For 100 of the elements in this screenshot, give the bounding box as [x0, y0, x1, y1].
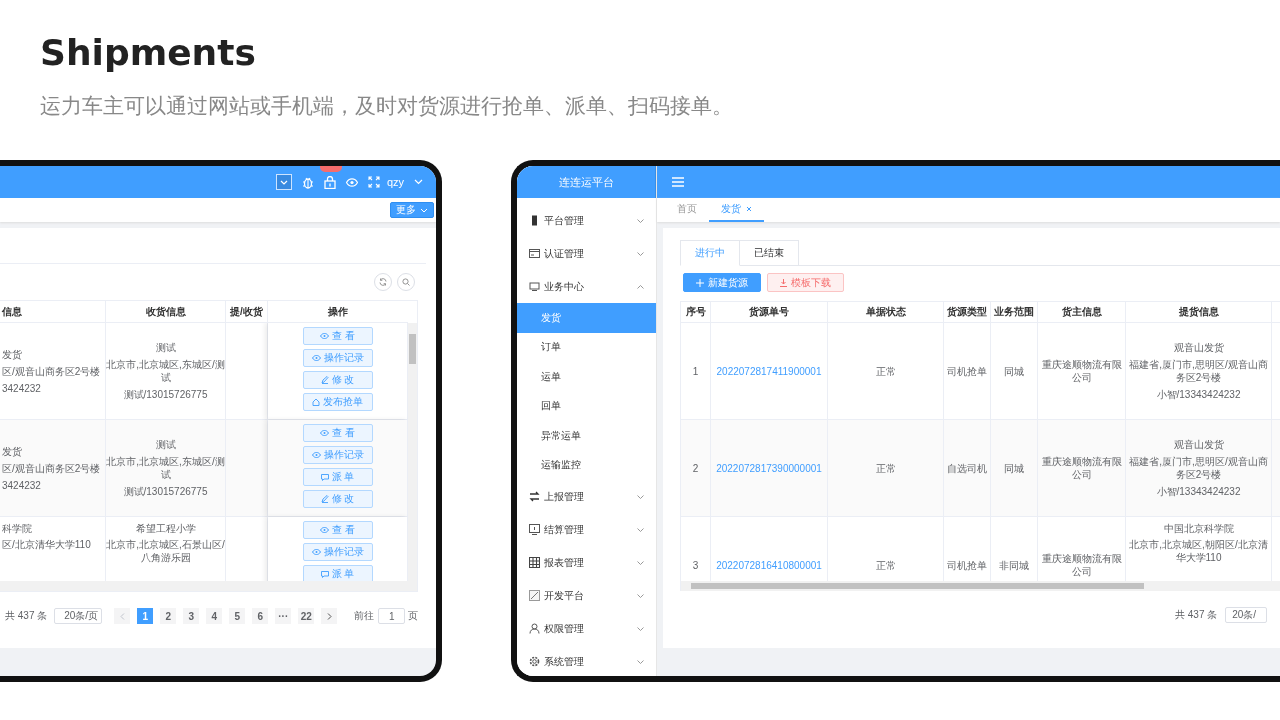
table-cell: 测试 北京市,北京城区,东城区/测试 测试/13015726775: [106, 420, 226, 516]
page-button[interactable]: 4: [206, 608, 223, 624]
page-button[interactable]: 3: [183, 608, 200, 624]
column-header: 收货信息: [106, 301, 226, 322]
goto-label: 前往: [354, 609, 375, 623]
table-cell: 1: [681, 323, 711, 419]
close-icon[interactable]: [746, 206, 752, 212]
table-cell: 正常: [828, 420, 944, 516]
page-button[interactable]: 5: [229, 608, 246, 624]
table-cell: 测试 北京市,北京城区,东城区/测试 测试/13015726775: [106, 323, 226, 419]
chevron-down-icon: [420, 207, 428, 213]
menu-item[interactable]: 业务中心: [517, 270, 656, 303]
submenu-item[interactable]: 运输监控: [517, 450, 656, 480]
menu-item[interactable]: 平台管理: [517, 204, 656, 237]
page-button[interactable]: 2: [160, 608, 177, 624]
page-unit: 页: [408, 609, 419, 623]
page-tab[interactable]: 发货: [709, 198, 764, 222]
eye-icon: [311, 355, 321, 361]
column-header: 提货信息: [1126, 302, 1272, 322]
column-header: 货源类型: [944, 302, 991, 322]
user-icon: [529, 623, 540, 634]
fullscreen-icon[interactable]: [367, 176, 380, 188]
table-cell: 发货 区/观音山商务区2号楼 3424232: [0, 323, 106, 419]
page-button[interactable]: 6: [252, 608, 269, 624]
chevron-right-icon: [326, 612, 332, 620]
table-cell: 发货 区/观音山商务区2号楼 3424232: [0, 420, 106, 516]
table-cell: 重庆途顺物流有限公司: [1038, 323, 1126, 419]
shipment-number-link[interactable]: 2022072817411900001: [711, 323, 828, 419]
menu-item[interactable]: 系统管理: [517, 645, 656, 676]
column-header: 业务范围: [991, 302, 1038, 322]
download-icon: [780, 278, 787, 287]
column-header: 操作: [327, 304, 349, 319]
bug-icon[interactable]: [301, 175, 314, 189]
vertical-scrollbar[interactable]: [408, 323, 417, 581]
next-page-button[interactable]: [321, 608, 338, 624]
table-cell: 正常: [828, 323, 944, 419]
horizontal-scrollbar[interactable]: [681, 581, 1280, 591]
submenu-item[interactable]: 异常运单: [517, 421, 656, 451]
menu-item[interactable]: 结算管理: [517, 513, 656, 546]
column-header: 货源单号: [711, 302, 828, 322]
eye-icon: [320, 527, 330, 533]
monitor-icon: [529, 281, 540, 292]
status-tab[interactable]: 进行中: [680, 240, 740, 266]
column-header: 提/收货: [226, 301, 268, 322]
phone-icon: [529, 215, 540, 226]
chevron-box-icon[interactable]: [275, 174, 292, 190]
screen-icon: [529, 524, 540, 535]
lock-icon[interactable]: [323, 175, 336, 189]
grid-icon: [529, 557, 540, 568]
column-header: 序号: [681, 302, 711, 322]
eye-icon: [320, 430, 330, 436]
eye-icon: [311, 549, 321, 555]
table-cell: 自选司机: [944, 420, 991, 516]
menu-item[interactable]: 开发平台: [517, 579, 656, 612]
table-cell: 2: [681, 420, 711, 516]
table-cell: 同城: [991, 323, 1038, 419]
submenu-item[interactable]: 回单: [517, 391, 656, 421]
settings-icon: [529, 656, 540, 667]
column-header: 信息: [0, 301, 106, 322]
refresh-button[interactable]: [374, 273, 392, 291]
menu-item[interactable]: 认证管理: [517, 237, 656, 270]
total-count: 共 437 条: [5, 609, 48, 623]
eye-icon[interactable]: [345, 177, 358, 187]
column-header: 单据状态: [828, 302, 944, 322]
swap-icon: [529, 491, 540, 502]
page-button[interactable]: ···: [275, 608, 292, 624]
search-button[interactable]: [397, 273, 415, 291]
page-title: Shipments: [40, 31, 257, 75]
table-cell: 同城: [991, 420, 1038, 516]
app-logo-text: 连连运平台: [517, 166, 656, 198]
page-size-select[interactable]: 20条/: [1225, 607, 1268, 623]
search-icon: [402, 278, 410, 286]
page-subtitle: 运力车主可以通过网站或手机端，及时对货源进行抢单、派单、扫码接单。: [40, 93, 734, 119]
page-input[interactable]: 1: [378, 608, 406, 624]
previous-page-button[interactable]: [114, 608, 131, 624]
menu-item[interactable]: 权限管理: [517, 612, 656, 645]
column-header: 货主信息: [1038, 302, 1126, 322]
house-icon: [312, 398, 320, 406]
status-tab[interactable]: 已结束: [739, 240, 799, 265]
plus-icon: [696, 278, 704, 287]
table-cell: 司机抢单: [944, 323, 991, 419]
chevron-down-icon[interactable]: [414, 179, 423, 185]
chevron-left-icon: [119, 612, 125, 620]
id-card-icon: [529, 248, 540, 259]
table-cell: 重庆途顺物流有限公司: [1038, 420, 1126, 516]
table-cell: 观音山发货 福建省,厦门市,思明区/观音山商务区2号楼 小智/13343424232: [1126, 420, 1272, 516]
menu-item[interactable]: 报表管理: [517, 546, 656, 579]
refresh-icon: [379, 278, 387, 286]
table-cell: 观音山发货 福建省,厦门市,思明区/观音山商务区2号楼 小智/13343424232: [1126, 323, 1272, 419]
submenu-item[interactable]: 订单: [517, 332, 656, 362]
eye-icon: [311, 452, 321, 458]
menu-item[interactable]: 上报管理: [517, 480, 656, 513]
submenu-item[interactable]: 运单: [517, 362, 656, 392]
menu-icon[interactable]: [672, 177, 684, 187]
page-button[interactable]: 22: [298, 608, 315, 624]
eye-icon: [320, 333, 330, 339]
page-tab[interactable]: 首页: [665, 198, 709, 222]
horizontal-scrollbar[interactable]: [0, 581, 417, 591]
chat-icon: [320, 473, 329, 481]
page-size-select[interactable]: 20条/页: [54, 608, 103, 624]
